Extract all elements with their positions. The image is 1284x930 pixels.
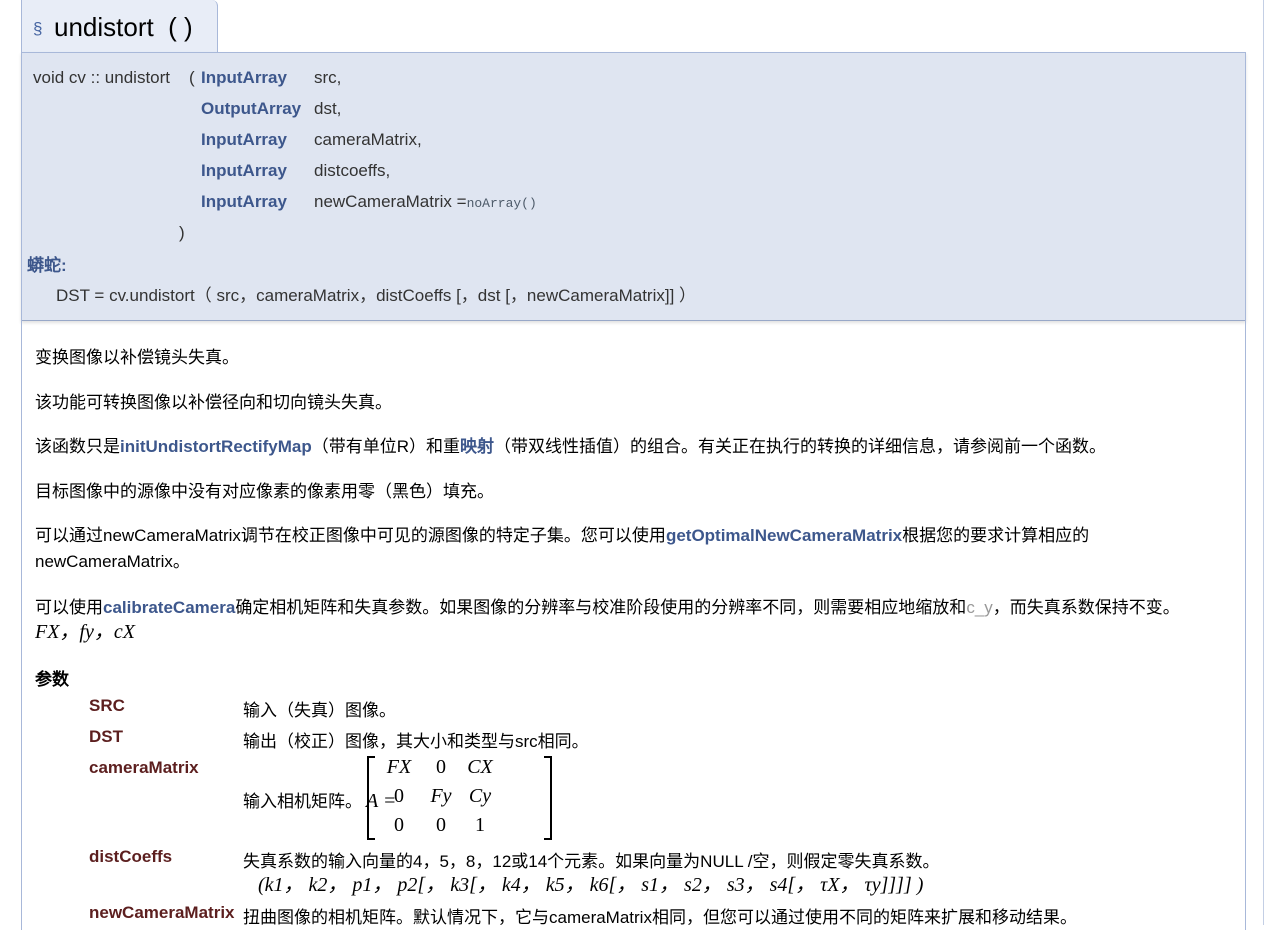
function-prototype: void cv :: undistort ( InputArray src, O… <box>21 52 1246 321</box>
description-paragraph: 该功能可转换图像以补偿径向和切向镜头失真。 <box>35 393 392 412</box>
param-dst-name: DST <box>89 727 123 746</box>
text: ，而失真系数保持不变。 <box>992 598 1180 617</box>
description-paragraph: 该函数只是initUndistortRectifyMap（带有单位R）和重映射（… <box>35 434 1106 460</box>
text: （带有单位R）和重 <box>311 437 461 456</box>
matrix-cell: 1 <box>475 814 485 836</box>
param-type-link[interactable]: InputArray <box>201 68 287 88</box>
text: （带双线性插值）的组合。有关正在执行的转换的详细信息，请参阅前一个函数。 <box>494 437 1107 456</box>
text: 确定相机矩阵和失真参数。如果图像的分辨率与校准阶段使用的分辨率不同，则需要相应地… <box>235 598 967 617</box>
dist-coeffs-vector: (k1， k2， p1， p2[， k3[， k4， k5， k6[， s1， … <box>258 874 924 896</box>
left-bracket <box>367 756 375 840</box>
param-type-link[interactable]: InputArray <box>201 161 287 181</box>
description-paragraph: 变换图像以补偿镜头失真。 <box>35 348 239 367</box>
link-initundistortrectifymap[interactable]: initUndistortRectifyMap <box>120 437 312 456</box>
description-paragraph: 可以通过newCameraMatrix调节在校正图像中可见的源图像的特定子集。您… <box>35 523 1089 549</box>
param-name: cameraMatrix, <box>314 130 422 149</box>
param-name: dst, <box>314 99 342 118</box>
param-dst-desc: 输出（校正）图像，其大小和类型与src相同。 <box>243 732 589 751</box>
member-description: 变换图像以补偿镜头失真。 该功能可转换图像以补偿径向和切向镜头失真。 该函数只是… <box>21 320 1246 930</box>
formula-fx-fy-cx: FX，fy，cX <box>35 621 135 643</box>
matrix-cell: Cy <box>468 785 492 807</box>
signature-close-paren: ) <box>179 223 185 242</box>
text: 该函数只是 <box>35 437 120 456</box>
text: 输入相机矩阵。 <box>243 792 362 811</box>
param-name: src, <box>314 68 342 87</box>
param-type-link[interactable]: InputArray <box>201 130 287 150</box>
param-type-link[interactable]: OutputArray <box>201 99 301 119</box>
param-name: newCameraMatrix =noArray() <box>314 192 537 214</box>
param-src-desc: 输入（失真）图像。 <box>243 701 396 720</box>
text: 可以通过newCameraMatrix调节在校正图像中可见的源图像的特定子集。您… <box>35 526 666 545</box>
section-anchor-icon[interactable]: § <box>33 19 42 39</box>
text: 根据您的要求计算相应的 <box>902 526 1090 545</box>
signature-open-paren: ( <box>189 68 195 87</box>
member-title: undistort ( ) <box>54 12 193 42</box>
matrix-cell: 0 <box>436 756 446 778</box>
link-remap[interactable]: 映射 <box>460 437 494 456</box>
matrix-cell: Fy <box>430 785 452 807</box>
default-value: noArray() <box>466 196 537 211</box>
link-calibratecamera[interactable]: calibrateCamera <box>103 598 235 617</box>
matrix-cell: CX <box>467 756 493 778</box>
camera-matrix-formula: FX 0 CX 0 Fy Cy 0 0 1 <box>367 756 552 840</box>
matrix-cell: 0 <box>436 814 446 836</box>
text: 可以使用 <box>35 598 103 617</box>
param-newcameramatrix-name: newCameraMatrix <box>89 903 235 922</box>
matrix-cell: 0 <box>394 814 404 836</box>
param-newcameramatrix-desc: 扭曲图像的相机矩阵。默认情况下，它与cameraMatrix相同，但您可以通过使… <box>243 908 1077 927</box>
param-cameramatrix-name: cameraMatrix <box>89 758 199 777</box>
description-paragraph: 可以使用calibrateCamera确定相机矩阵和失真参数。如果图像的分辨率与… <box>35 595 1180 621</box>
param-name-text: newCameraMatrix = <box>314 192 467 211</box>
param-src-name: SRC <box>89 696 125 715</box>
right-bracket <box>544 756 552 840</box>
signature-prefix: void cv :: undistort <box>33 68 171 87</box>
matrix-cell: FX <box>386 756 412 778</box>
description-paragraph: 目标图像中的源像中没有对应像素的像素用零（黑色）填充。 <box>35 482 494 501</box>
inline-code: c_y <box>966 598 993 617</box>
parameters-heading: 参数 <box>35 670 69 689</box>
python-signature: DST = cv.undistort（ src，cameraMatrix，dis… <box>56 286 697 305</box>
param-type-link[interactable]: InputArray <box>201 192 287 212</box>
member-title-tab: § undistort ( ) <box>21 0 218 52</box>
matrix-cell: 0 <box>394 785 404 807</box>
param-name: distcoeffs, <box>314 161 391 180</box>
param-distcoeffs-name: distCoeffs <box>89 847 173 866</box>
python-label: 蟒蛇: <box>27 256 67 275</box>
link-getoptimalnewcameramatrix[interactable]: getOptimalNewCameraMatrix <box>666 526 902 545</box>
description-paragraph-continued: newCameraMatrix。 <box>35 552 190 571</box>
page-right-border <box>1263 0 1264 925</box>
